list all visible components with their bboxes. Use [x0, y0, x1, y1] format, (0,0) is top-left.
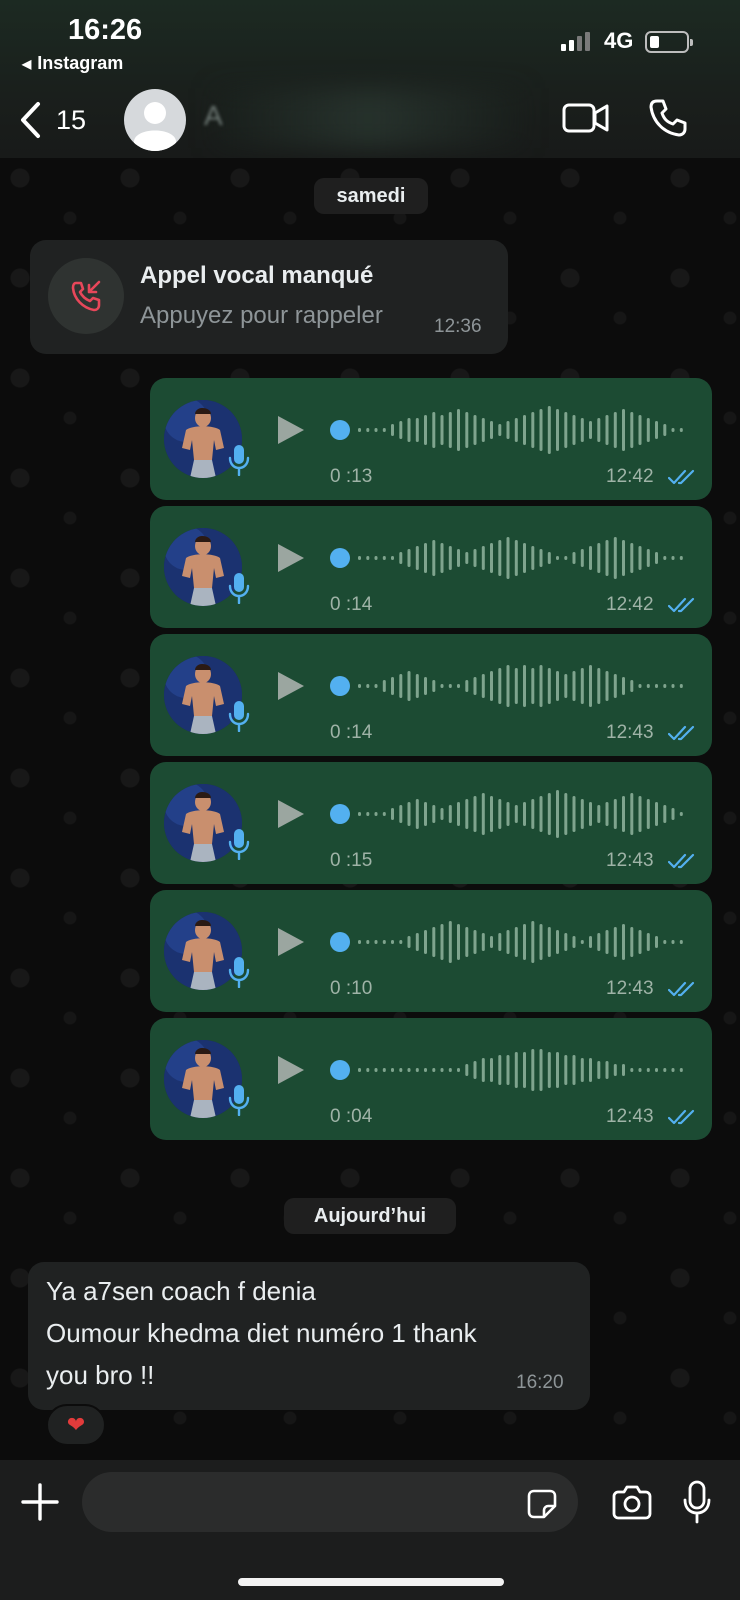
waveform[interactable] [356, 406, 686, 454]
battery-icon [645, 31, 693, 53]
message-time: 12:42 [606, 466, 654, 487]
waveform[interactable] [356, 918, 686, 966]
unread-count: 15 [56, 104, 87, 135]
message-line: you bro !! [46, 1360, 155, 1390]
voice-note-bubble[interactable]: 0 :10 12:43 [150, 890, 712, 1012]
double-check-icon [667, 468, 698, 486]
seek-handle[interactable] [330, 932, 350, 952]
message-line: Oumour khedma diet numéro 1 thank [46, 1318, 477, 1348]
back-to-app-link[interactable]: ◀ Instagram [22, 53, 123, 74]
incoming-text-message[interactable]: Ya a7sen coach f denia Oumour khedma die… [28, 1262, 590, 1410]
video-call-button[interactable] [562, 100, 610, 136]
double-check-icon [667, 724, 698, 742]
video-camera-icon [562, 103, 609, 133]
blurred-name-region [214, 88, 524, 148]
status-time: 16:26 [68, 14, 143, 46]
play-button[interactable] [274, 670, 306, 702]
message-time: 12:43 [606, 1106, 654, 1127]
play-button[interactable] [274, 926, 306, 958]
seek-handle[interactable] [330, 1060, 350, 1080]
missed-call-bubble[interactable]: Appel vocal manqué Appuyez pour rappeler… [30, 240, 508, 354]
missed-call-icon [48, 258, 124, 334]
back-button[interactable]: 15 [18, 98, 98, 142]
heart-reaction-icon[interactable]: ❤ [46, 1404, 106, 1446]
phone-icon [649, 99, 687, 137]
seek-handle[interactable] [330, 676, 350, 696]
microphone-icon [228, 828, 250, 861]
contact-avatar[interactable] [124, 89, 186, 151]
contact-name[interactable]: A [204, 100, 223, 132]
waveform[interactable] [356, 790, 686, 838]
seek-handle[interactable] [330, 804, 350, 824]
sticker-button[interactable] [526, 1488, 558, 1520]
plus-icon [21, 1483, 59, 1521]
message-time: 12:42 [606, 594, 654, 615]
waveform[interactable] [356, 534, 686, 582]
microphone-icon [228, 700, 250, 733]
voice-duration: 0 :10 [330, 978, 373, 999]
microphone-icon [228, 444, 250, 477]
camera-icon [612, 1485, 652, 1520]
play-button[interactable] [274, 542, 306, 574]
microphone-icon [683, 1480, 711, 1524]
missed-call-time: 12:36 [434, 316, 482, 337]
play-button[interactable] [274, 798, 306, 830]
seek-handle[interactable] [330, 420, 350, 440]
seek-handle[interactable] [330, 548, 350, 568]
double-check-icon [667, 852, 698, 870]
back-triangle-icon: ◀ [22, 56, 32, 71]
message-time: 12:43 [606, 978, 654, 999]
play-button[interactable] [274, 1054, 306, 1086]
voice-note-bubble[interactable]: 0 :15 12:43 [150, 762, 712, 884]
voice-duration: 0 :15 [330, 850, 373, 871]
voice-duration: 0 :14 [330, 722, 373, 743]
missed-call-title: Appel vocal manqué [140, 262, 374, 289]
chevron-left-icon [21, 102, 40, 138]
double-check-icon [667, 1108, 698, 1126]
home-indicator [238, 1578, 504, 1586]
voice-note-bubble[interactable]: 0 :14 12:42 [150, 506, 712, 628]
chat-header: 16:26 ◀ Instagram 4G 15 A [0, 0, 740, 158]
voice-record-button[interactable] [682, 1480, 712, 1524]
voice-note-bubble[interactable]: 0 :04 12:43 [150, 1018, 712, 1140]
back-app-label: Instagram [37, 53, 124, 73]
voice-duration: 0 :14 [330, 594, 373, 615]
sticker-icon [527, 1489, 557, 1519]
message-time: 12:43 [606, 850, 654, 871]
missed-call-subtitle: Appuyez pour rappeler [140, 302, 383, 329]
double-check-icon [667, 980, 698, 998]
voice-note-bubble[interactable]: 0 :14 12:43 [150, 634, 712, 756]
day-divider: Aujourd’hui [284, 1198, 456, 1234]
voice-note-bubble[interactable]: 0 :13 12:42 [150, 378, 712, 500]
camera-button[interactable] [612, 1484, 652, 1520]
microphone-icon [228, 572, 250, 605]
waveform[interactable] [356, 662, 686, 710]
network-label: 4G [604, 28, 634, 53]
message-time: 12:43 [606, 722, 654, 743]
day-divider: samedi [314, 178, 428, 214]
voice-duration: 0 :04 [330, 1106, 373, 1127]
attach-button[interactable] [20, 1482, 60, 1522]
microphone-icon [228, 1084, 250, 1117]
message-line: Ya a7sen coach f denia [46, 1276, 316, 1306]
message-time: 16:20 [516, 1372, 564, 1393]
microphone-icon [228, 956, 250, 989]
voice-call-button[interactable] [648, 98, 688, 138]
voice-duration: 0 :13 [330, 466, 373, 487]
waveform[interactable] [356, 1046, 686, 1094]
double-check-icon [667, 596, 698, 614]
default-avatar-icon [134, 102, 176, 151]
signal-icon [561, 32, 590, 51]
message-input[interactable] [82, 1472, 578, 1532]
play-button[interactable] [274, 414, 306, 446]
